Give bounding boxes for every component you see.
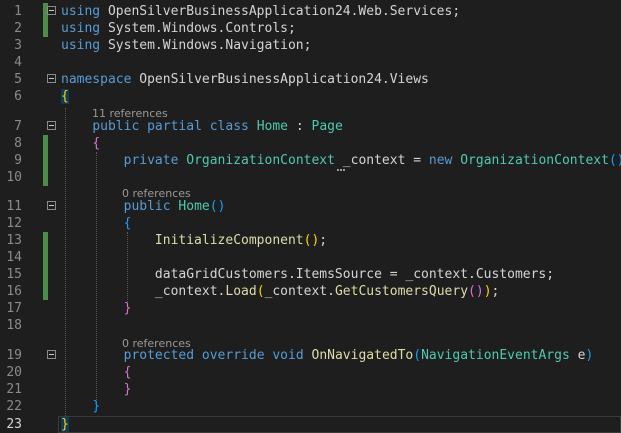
modified-marker — [43, 152, 48, 169]
code-text: { — [61, 89, 69, 104]
fold-toggle-icon[interactable] — [47, 74, 56, 83]
code-line[interactable]: 12 { — [0, 215, 621, 232]
line-number: 17 — [6, 301, 22, 316]
line-number: 20 — [6, 365, 22, 380]
code-line[interactable]: 16 _context.Load(_context.GetCustomersQu… — [0, 283, 621, 300]
code-text: } — [123, 301, 132, 316]
code-text: } — [61, 417, 69, 432]
line-number: 3 — [14, 38, 22, 53]
fold-toggle-icon[interactable] — [47, 6, 56, 15]
modified-marker — [43, 266, 48, 283]
line-number: 1 — [14, 4, 22, 19]
line-number: 7 — [14, 119, 22, 134]
fold-toggle-icon[interactable] — [47, 121, 56, 130]
line-number: 16 — [6, 284, 22, 299]
code-line[interactable]: 3 using System.Windows.Navigation; — [0, 37, 621, 54]
code-text: dataGridCustomers.ItemsSource = _context… — [154, 267, 555, 282]
code-line[interactable]: 22 } — [0, 398, 621, 415]
code-line[interactable]: 19 protected override void OnNavigatedTo… — [0, 347, 621, 364]
modified-marker — [43, 283, 48, 300]
line-number: 22 — [6, 399, 22, 414]
modified-marker — [43, 169, 48, 186]
code-line[interactable]: 6 { — [0, 88, 621, 105]
line-number: 12 — [6, 216, 22, 231]
code-text: public partial class Home : Page — [92, 119, 343, 134]
code-line[interactable]: 8 { — [0, 135, 621, 152]
line-number: 21 — [6, 382, 22, 397]
code-text: namespace OpenSilverBusinessApplication2… — [61, 72, 429, 87]
line-number: 8 — [14, 136, 22, 151]
line-number: 11 — [6, 199, 22, 214]
line-number: 23 — [6, 417, 22, 432]
line-number: 9 — [14, 153, 22, 168]
line-number: 18 — [6, 318, 22, 333]
modified-marker — [43, 232, 48, 249]
fold-toggle-icon[interactable] — [47, 201, 56, 210]
code-line[interactable]: 13 InitializeComponent(); — [0, 232, 621, 249]
code-editor[interactable]: 11 references 0 references 0 references … — [0, 0, 621, 433]
line-number: 6 — [14, 89, 22, 104]
line-number: 19 — [6, 348, 22, 363]
line-number: 10 — [6, 170, 22, 185]
line-number: 14 — [6, 250, 22, 265]
line-number: 13 — [6, 233, 22, 248]
code-text: { — [123, 216, 132, 231]
code-text: using System.Windows.Navigation; — [61, 38, 312, 53]
code-line[interactable]: 20 { — [0, 364, 621, 381]
line-number: 4 — [14, 55, 22, 70]
code-line[interactable]: 10 — [0, 169, 621, 186]
code-text: _context.Load(_context.GetCustomersQuery… — [154, 284, 500, 299]
code-line[interactable]: 15 dataGridCustomers.ItemsSource = _cont… — [0, 266, 621, 283]
code-line[interactable]: 5 namespace OpenSilverBusinessApplicatio… — [0, 71, 621, 88]
line-number: 15 — [6, 267, 22, 282]
code-text: { — [92, 136, 101, 151]
code-line[interactable]: 1 using OpenSilverBusinessApplication24.… — [0, 3, 621, 20]
code-text: } — [92, 399, 101, 414]
code-text: using System.Windows.Controls; — [61, 21, 296, 36]
code-line[interactable]: 18 — [0, 317, 621, 334]
code-line[interactable]: 7 public partial class Home : Page — [0, 118, 621, 135]
code-text: public Home() — [123, 199, 226, 214]
fold-toggle-icon[interactable] — [47, 350, 56, 359]
code-text: protected override void OnNavigatedTo(Na… — [123, 348, 594, 363]
code-text: { — [123, 365, 132, 380]
modified-marker — [43, 249, 48, 266]
code-text: } — [123, 382, 132, 397]
code-line[interactable]: 21 } — [0, 381, 621, 398]
code-line[interactable]: 2 using System.Windows.Controls; — [0, 20, 621, 37]
line-number: 2 — [14, 21, 22, 36]
code-line[interactable]: 17 } — [0, 300, 621, 317]
code-line[interactable]: 14 — [0, 249, 621, 266]
code-line[interactable]: 23 } — [0, 416, 621, 433]
modified-marker — [43, 135, 48, 152]
code-line[interactable]: 4 — [0, 54, 621, 71]
code-line[interactable]: 9 private OrganizationContext _context =… — [0, 152, 621, 171]
modified-marker — [43, 20, 48, 37]
code-text: InitializeComponent(); — [154, 233, 328, 248]
code-line[interactable]: 11 public Home() — [0, 198, 621, 215]
line-number: 5 — [14, 72, 22, 87]
code-text: using OpenSilverBusinessApplication24.We… — [61, 4, 461, 19]
